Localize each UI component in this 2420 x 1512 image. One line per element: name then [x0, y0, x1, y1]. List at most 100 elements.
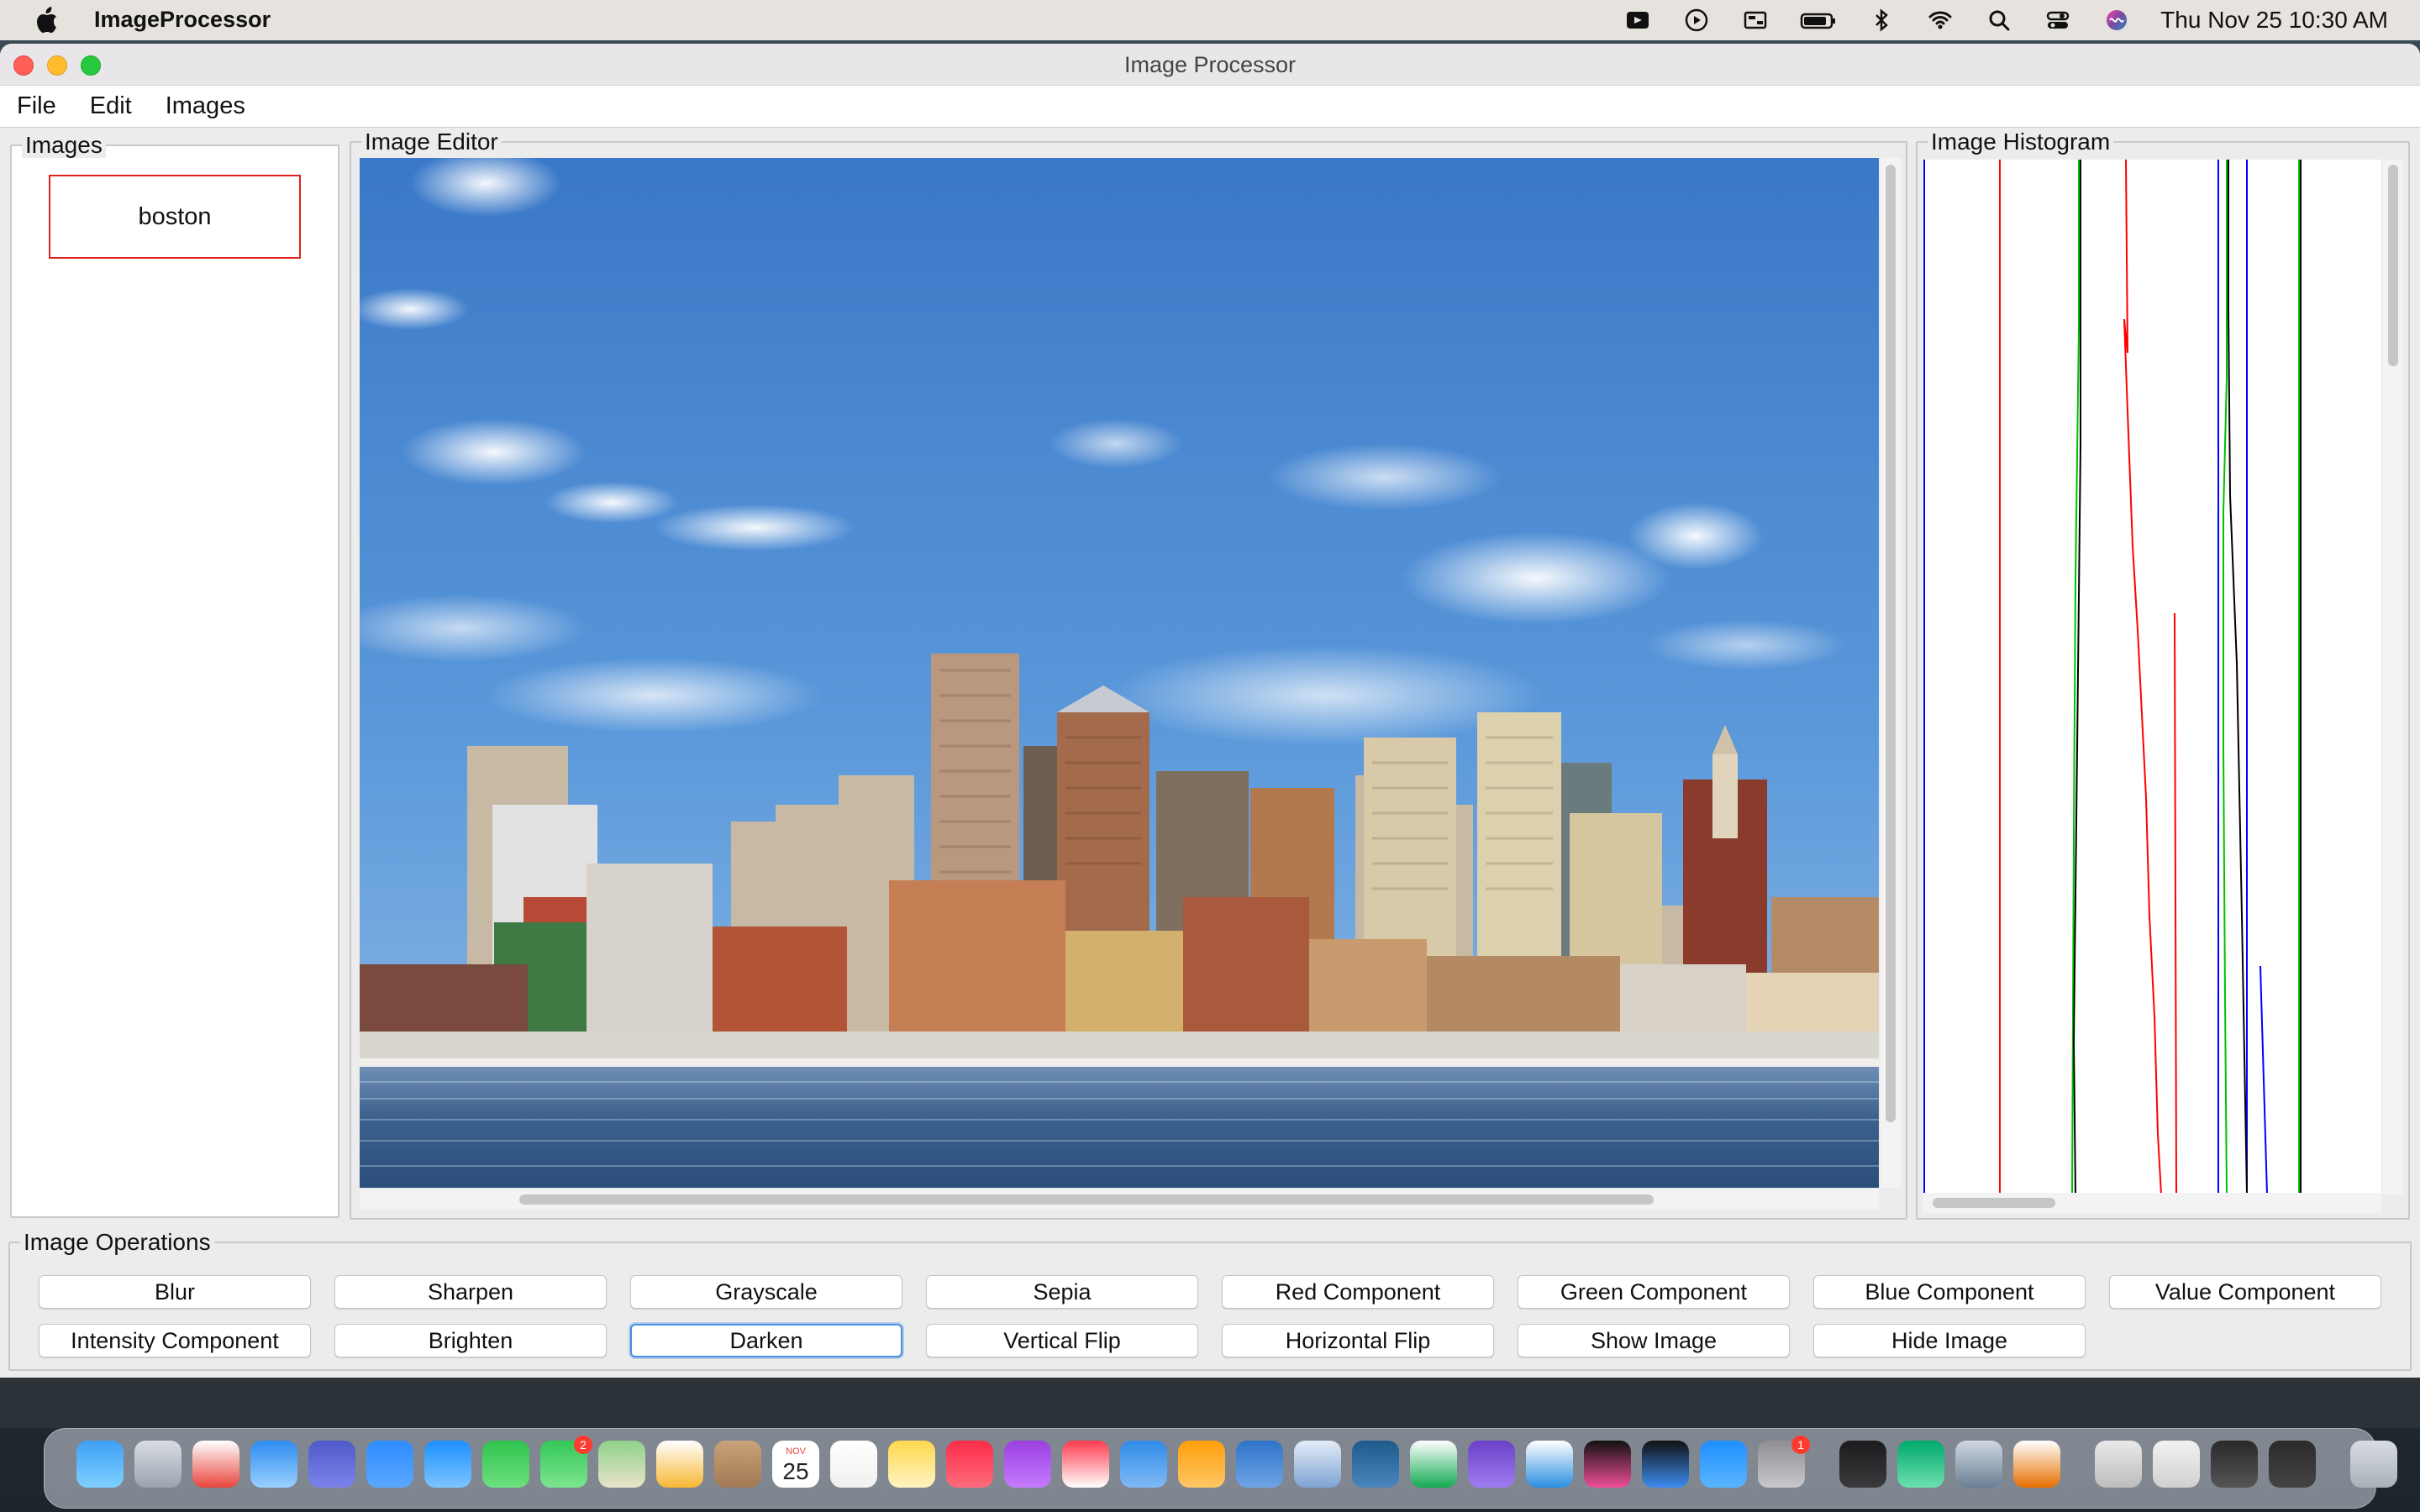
histogram-blue-line: [1923, 160, 2268, 1194]
music-icon[interactable]: [946, 1441, 993, 1488]
vscode-icon[interactable]: [1526, 1441, 1573, 1488]
java-icon[interactable]: [2013, 1441, 2060, 1488]
apple-menu-icon[interactable]: [34, 5, 62, 35]
histogram-horizontal-scroll-thumb[interactable]: [1933, 1198, 2055, 1208]
boston-skyline-image: [360, 158, 1879, 1188]
settings-icon[interactable]: 1: [1758, 1436, 1810, 1488]
terminal-icon[interactable]: [1839, 1441, 1886, 1488]
launchpad-icon[interactable]: [134, 1441, 182, 1488]
network-icon[interactable]: [1236, 1441, 1283, 1488]
obsidian-icon[interactable]: [1468, 1441, 1515, 1488]
image-editor-legend: Image Editor: [361, 129, 502, 155]
window-titlebar[interactable]: Image Processor: [0, 44, 2420, 86]
zoom-icon[interactable]: [366, 1441, 413, 1488]
background-terminal-window: [0, 1378, 2420, 1428]
window-thumb-2[interactable]: [2153, 1441, 2200, 1488]
appstore-icon[interactable]: [1700, 1441, 1747, 1488]
sepia-button[interactable]: Sepia: [926, 1275, 1198, 1309]
show-image-button[interactable]: Show Image: [1518, 1324, 1790, 1357]
red-component-button[interactable]: Red Component: [1222, 1275, 1494, 1309]
siri-icon[interactable]: [2098, 0, 2135, 40]
menubar-clock[interactable]: Thu Nov 25 10:30 AM: [2160, 7, 2388, 34]
messages-icon[interactable]: 2: [540, 1436, 592, 1488]
video-icon[interactable]: [1619, 0, 1656, 40]
brighten-button[interactable]: Brighten: [334, 1324, 607, 1357]
trash-icon[interactable]: [2350, 1441, 2397, 1488]
app-menu-bar: File Edit Images: [0, 86, 2420, 128]
images-panel-legend: Images: [22, 133, 106, 158]
tableau-icon[interactable]: [1294, 1441, 1341, 1488]
control-center-icon[interactable]: [2039, 0, 2076, 40]
image-editor-panel: Image Editor: [350, 129, 1907, 1220]
histogram-horizontal-scrollbar[interactable]: [1923, 1193, 2381, 1213]
histogram-vertical-scrollbar[interactable]: [2383, 160, 2403, 1194]
news-icon[interactable]: [1062, 1441, 1109, 1488]
wifi-icon[interactable]: [1922, 0, 1959, 40]
notes-icon[interactable]: [888, 1441, 935, 1488]
maps-icon[interactable]: [598, 1441, 645, 1488]
image-list-item[interactable]: boston: [49, 175, 301, 259]
calendar-month-label: NOV: [786, 1446, 807, 1457]
image-operations-panel: Image Operations Blur Sharpen Grayscale …: [8, 1230, 2412, 1371]
histogram-green-line: [2071, 160, 2300, 1194]
teams-icon[interactable]: [308, 1441, 355, 1488]
contacts-icon[interactable]: [714, 1441, 761, 1488]
grayscale-button[interactable]: Grayscale: [630, 1275, 902, 1309]
sharpen-button[interactable]: Sharpen: [334, 1275, 607, 1309]
chrome-icon[interactable]: [192, 1441, 239, 1488]
image-canvas[interactable]: [360, 158, 1879, 1188]
intensity-component-button[interactable]: Intensity Component: [39, 1324, 311, 1357]
hide-image-button[interactable]: Hide Image: [1813, 1324, 2086, 1357]
histogram-red-line: [1999, 160, 2177, 1194]
window-thumb-1[interactable]: [2095, 1441, 2142, 1488]
blur-button[interactable]: Blur: [39, 1275, 311, 1309]
vertical-flip-button[interactable]: Vertical Flip: [926, 1324, 1198, 1357]
screen-icon[interactable]: [1737, 0, 1774, 40]
editor-vertical-scrollbar[interactable]: [1881, 158, 1901, 1188]
value-component-button[interactable]: Value Component: [2109, 1275, 2381, 1309]
preview-icon[interactable]: [1955, 1441, 2002, 1488]
menu-images[interactable]: Images: [166, 92, 245, 120]
menu-file[interactable]: File: [17, 92, 56, 120]
window-thumb-4[interactable]: [2269, 1441, 2316, 1488]
editor-vertical-scroll-thumb[interactable]: [1886, 165, 1896, 1122]
mongodb-icon[interactable]: [1410, 1441, 1457, 1488]
window-thumb-3[interactable]: [2211, 1441, 2258, 1488]
horizontal-flip-button[interactable]: Horizontal Flip: [1222, 1324, 1494, 1357]
intellij-ce-icon[interactable]: [1642, 1441, 1689, 1488]
window-title: Image Processor: [1123, 52, 1297, 77]
image-histogram-legend: Image Histogram: [1928, 129, 2114, 155]
active-app-name[interactable]: ImageProcessor: [94, 7, 271, 33]
bluetooth-icon[interactable]: [1863, 0, 1900, 40]
histogram-intensity-line: [2072, 160, 2302, 1194]
menu-edit[interactable]: Edit: [90, 92, 132, 120]
image-processor-window: Image Processor File Edit Images Images …: [0, 44, 2420, 1378]
editor-horizontal-scroll-thumb[interactable]: [519, 1194, 1654, 1205]
keynote-icon[interactable]: [1120, 1441, 1167, 1488]
play-icon[interactable]: [1678, 0, 1715, 40]
mysql-icon[interactable]: [1352, 1441, 1399, 1488]
search-icon[interactable]: [1981, 0, 2018, 40]
notification-badge: 1: [1791, 1436, 1810, 1454]
macos-menu-bar: ImageProcessor Thu Nov 25 10:30 AM: [0, 0, 2420, 40]
histogram-vertical-scroll-thumb[interactable]: [2388, 165, 2398, 366]
podcasts-icon[interactable]: [1004, 1441, 1051, 1488]
safari-icon[interactable]: [250, 1441, 297, 1488]
facetime-icon[interactable]: [482, 1441, 529, 1488]
notification-badge: 2: [574, 1436, 592, 1454]
histogram-canvas: [1923, 160, 2381, 1194]
calendar-day-label: 25: [782, 1458, 808, 1484]
intellij-icon[interactable]: [1584, 1441, 1631, 1488]
green-component-button[interactable]: Green Component: [1518, 1275, 1790, 1309]
mail-icon[interactable]: [424, 1441, 471, 1488]
photos-icon[interactable]: [656, 1441, 703, 1488]
finder-icon[interactable]: [76, 1441, 124, 1488]
reminders-icon[interactable]: [830, 1441, 877, 1488]
editor-horizontal-scrollbar[interactable]: [360, 1189, 1879, 1210]
sourcetree-icon[interactable]: [1897, 1441, 1944, 1488]
battery-icon[interactable]: [1796, 0, 1841, 40]
pages-icon[interactable]: [1178, 1441, 1225, 1488]
blue-component-button[interactable]: Blue Component: [1813, 1275, 2086, 1309]
darken-button[interactable]: Darken: [630, 1324, 902, 1357]
calendar-icon[interactable]: NOV 25: [772, 1441, 819, 1488]
